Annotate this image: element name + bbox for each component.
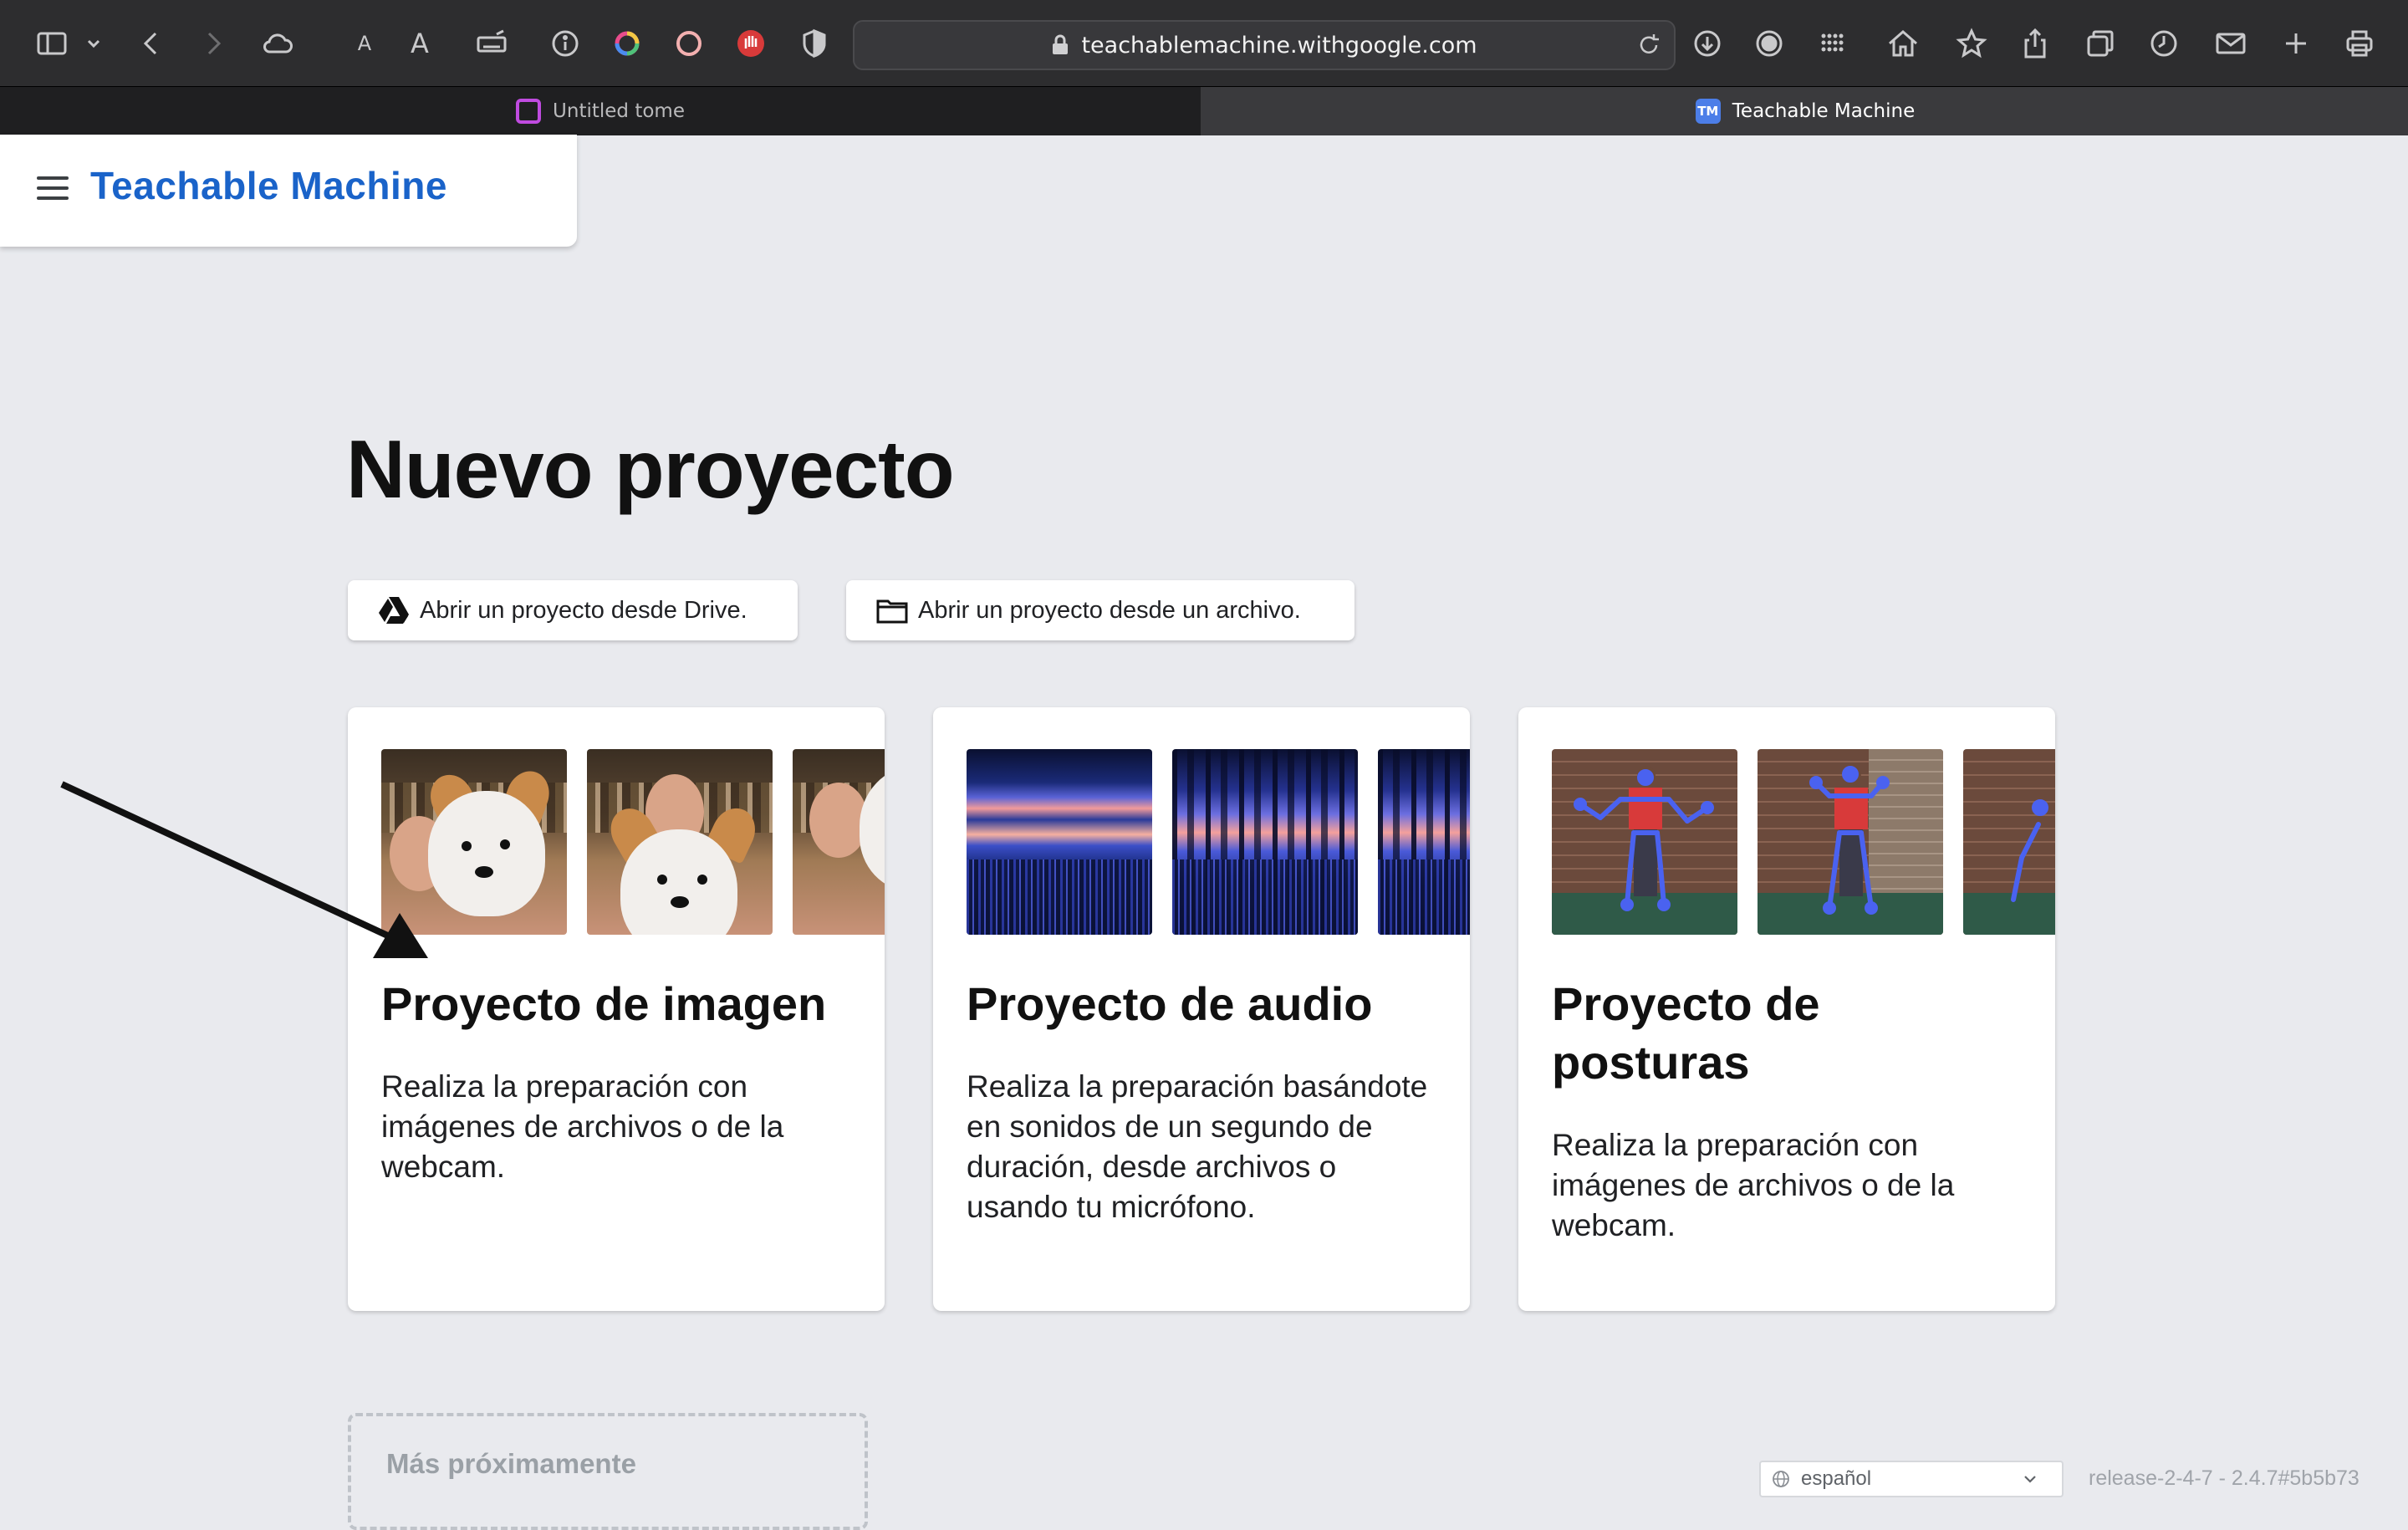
record-icon[interactable] xyxy=(1751,25,1788,62)
teachable-machine-favicon-icon: TM xyxy=(1695,99,1721,124)
open-from-drive-label: Abrir un proyecto desde Drive. xyxy=(420,596,747,624)
tab-teachable-machine[interactable]: TM Teachable Machine xyxy=(1202,87,2408,135)
pose-thumbnails xyxy=(1552,749,2055,935)
thumbnail-pose xyxy=(1963,749,2055,935)
image-project-card[interactable]: Proyecto de imagen Realiza la preparació… xyxy=(348,707,885,1311)
thumbnail-spectrogram xyxy=(967,749,1152,935)
share-icon[interactable] xyxy=(2017,25,2053,62)
thumbnail-pose xyxy=(1552,749,1737,935)
card-title: Proyecto de audio xyxy=(967,977,1373,1030)
open-from-drive-button[interactable]: Abrir un proyecto desde Drive. xyxy=(348,580,798,640)
sidebar-icon[interactable] xyxy=(33,25,70,62)
shield-icon[interactable] xyxy=(796,25,833,62)
address-bar[interactable]: teachablemachine.withgoogle.com xyxy=(853,20,1676,70)
thumbnail-spectrogram xyxy=(1172,749,1358,935)
thumbnail-image xyxy=(381,749,567,935)
audio-project-card[interactable]: Proyecto de audio Realiza la preparación… xyxy=(933,707,1470,1311)
tab-untitled-tome[interactable]: Untitled tome xyxy=(0,87,1202,135)
google-drive-icon xyxy=(379,597,409,624)
language-value: español xyxy=(1801,1467,1872,1490)
chevron-down-icon xyxy=(2024,1476,2036,1483)
audio-thumbnails xyxy=(967,749,1470,935)
card-description: Realiza la preparación basándote en soni… xyxy=(967,1069,1428,1224)
tabs-icon[interactable] xyxy=(2082,25,2119,62)
chevron-down-icon[interactable] xyxy=(77,25,110,62)
card-title: Proyecto de imagen xyxy=(381,977,827,1030)
open-from-file-label: Abrir un proyecto desde un archivo. xyxy=(918,596,1301,624)
coming-soon-label: Más próximamente xyxy=(386,1448,636,1479)
cloud-icon[interactable] xyxy=(259,25,296,62)
open-from-file-button[interactable]: Abrir un proyecto desde un archivo. xyxy=(846,580,1354,640)
download-icon[interactable] xyxy=(1689,25,1726,62)
tab-label: Teachable Machine xyxy=(1732,100,1916,122)
color-ring-icon[interactable] xyxy=(609,25,645,62)
star-icon[interactable] xyxy=(1953,25,1990,62)
mail-icon[interactable] xyxy=(2212,25,2249,62)
history-icon[interactable] xyxy=(2145,25,2182,62)
circle-icon[interactable] xyxy=(671,25,707,62)
page-title: Nuevo proyecto xyxy=(346,423,955,515)
pose-project-card[interactable]: Proyecto de posturas Realiza la preparac… xyxy=(1518,707,2055,1311)
text-smaller-icon[interactable]: A xyxy=(346,25,383,62)
thumbnail-pose xyxy=(1758,749,1943,935)
thumbnail-image xyxy=(793,749,885,935)
new-tab-icon[interactable] xyxy=(2278,25,2314,62)
folder-icon xyxy=(876,599,908,624)
browser-toolbar: A A teachablemachine.withgoogle.com xyxy=(0,0,2408,86)
keyboard-icon[interactable] xyxy=(473,25,510,62)
card-title: Proyecto de posturas xyxy=(1552,977,1820,1089)
grid-icon[interactable] xyxy=(1814,25,1851,62)
info-icon[interactable] xyxy=(547,25,584,62)
reload-icon[interactable] xyxy=(1635,32,1662,59)
image-thumbnails xyxy=(381,749,885,935)
url-text: teachablemachine.withgoogle.com xyxy=(1081,32,1477,59)
app-header: Teachable Machine xyxy=(0,135,577,247)
thumbnail-image xyxy=(587,749,773,935)
globe-icon xyxy=(1773,1471,1789,1487)
print-icon[interactable] xyxy=(2341,25,2378,62)
text-larger-icon[interactable]: A xyxy=(401,25,438,62)
lock-icon xyxy=(1053,34,1069,54)
tab-label: Untitled tome xyxy=(553,100,685,122)
thumbnail-spectrogram xyxy=(1378,749,1470,935)
back-icon[interactable] xyxy=(134,25,171,62)
tome-favicon-icon xyxy=(516,99,542,124)
release-version: release-2-4-7 - 2.4.7#5b5b73 xyxy=(2089,1466,2360,1490)
hamburger-menu-icon[interactable] xyxy=(37,176,69,201)
app-title[interactable]: Teachable Machine xyxy=(90,163,447,208)
card-description: Realiza la preparación con imágenes de a… xyxy=(381,1069,784,1184)
home-icon[interactable] xyxy=(1885,25,1921,62)
language-select[interactable]: español xyxy=(1759,1461,2064,1497)
forward-icon[interactable] xyxy=(194,25,231,62)
coming-soon-placeholder: Más próximamente xyxy=(348,1413,868,1530)
tab-bar: Untitled tome TM Teachable Machine xyxy=(0,86,2408,135)
hand-stop-icon[interactable] xyxy=(732,25,769,62)
card-description: Realiza la preparación con imágenes de a… xyxy=(1552,1128,1955,1242)
